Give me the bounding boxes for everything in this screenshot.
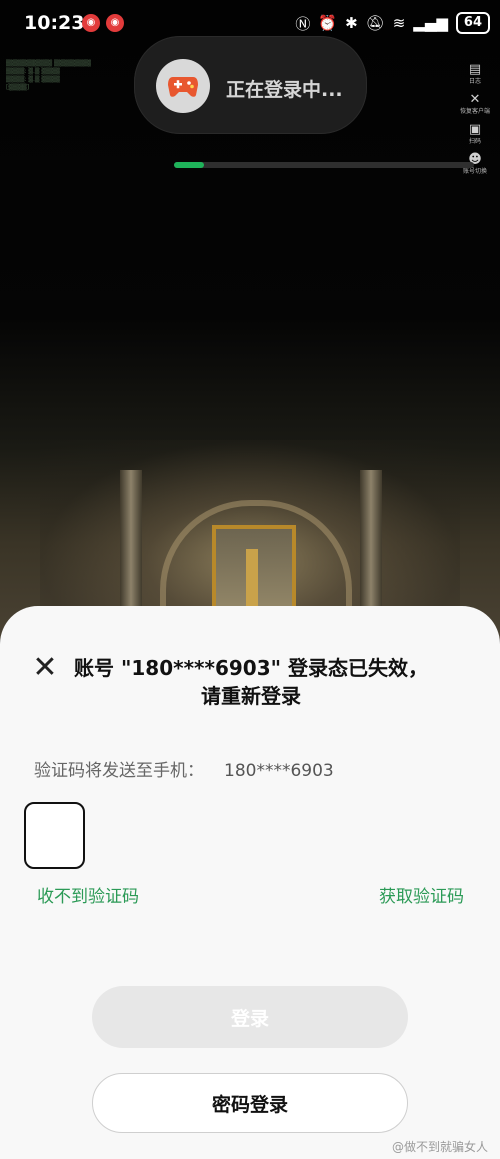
side-tool-scan[interactable]: ▣ 扫码 <box>460 122 490 150</box>
scan-icon: ▣ <box>468 122 482 137</box>
get-code-link[interactable]: 获取验证码 <box>379 882 464 907</box>
alarm-icon: ⏰ <box>318 14 338 32</box>
relogin-bottom-sheet: ✕ 账号 "180****6903" 登录态已失效，请重新登录 验证码将发送至手… <box>0 606 500 1159</box>
wrench-icon: ✕ <box>469 92 481 107</box>
side-tool-restore[interactable]: ✕ 恢复客户端 <box>460 92 490 120</box>
signal-icon: ▂▄▆ <box>413 14 448 32</box>
mute-icon: 🔕︎ <box>365 14 385 32</box>
sheet-title: 账号 "180****6903" 登录态已失效，请重新登录 <box>73 656 428 708</box>
wifi-icon: ≋ <box>392 14 406 32</box>
notification-app-icon-2: ◉ <box>106 14 124 32</box>
game-debug-text: ▒▒▒▒▒▒▒▒▒▒ ▒▒▒▒▒▒▒▒ ▒▒▒▒: ▒.▒ ▒▒▒▒ ▒▒▒▒:… <box>6 60 91 91</box>
bluetooth-icon: ✱ <box>345 14 358 32</box>
login-progress-track <box>174 162 474 168</box>
verification-code-input[interactable] <box>24 802 85 869</box>
gamepad-icon <box>156 59 210 113</box>
watermark: @做不到就骗女人 <box>391 1140 488 1154</box>
close-button[interactable]: ✕ <box>24 646 66 688</box>
side-tool-log[interactable]: ▤ 日志 <box>460 62 490 90</box>
notification-app-icon: ◉ <box>82 14 100 32</box>
log-icon: ▤ <box>468 62 482 77</box>
nfc-icon: Ⓝ <box>295 14 311 33</box>
sms-hint-phone: 180****6903 <box>224 761 334 781</box>
system-icons: Ⓝ ⏰ ✱ 🔕︎ ≋ ▂▄▆ 64 <box>295 12 490 34</box>
login-button[interactable]: 登录 <box>92 986 408 1048</box>
login-progress-bar <box>174 162 204 168</box>
no-code-link[interactable]: 收不到验证码 <box>37 882 139 907</box>
status-time: 10:23 <box>24 12 85 34</box>
close-icon: ✕ <box>32 649 58 685</box>
battery-indicator: 64 <box>455 12 490 34</box>
sms-hint-label: 验证码将发送至手机： <box>34 761 204 781</box>
login-status-toast: 正在登录中... <box>134 36 474 168</box>
login-status-text: 正在登录中... <box>226 79 343 101</box>
sms-hint: 验证码将发送至手机： 180****6903 <box>34 756 334 781</box>
password-login-button[interactable]: 密码登录 <box>92 1073 408 1133</box>
